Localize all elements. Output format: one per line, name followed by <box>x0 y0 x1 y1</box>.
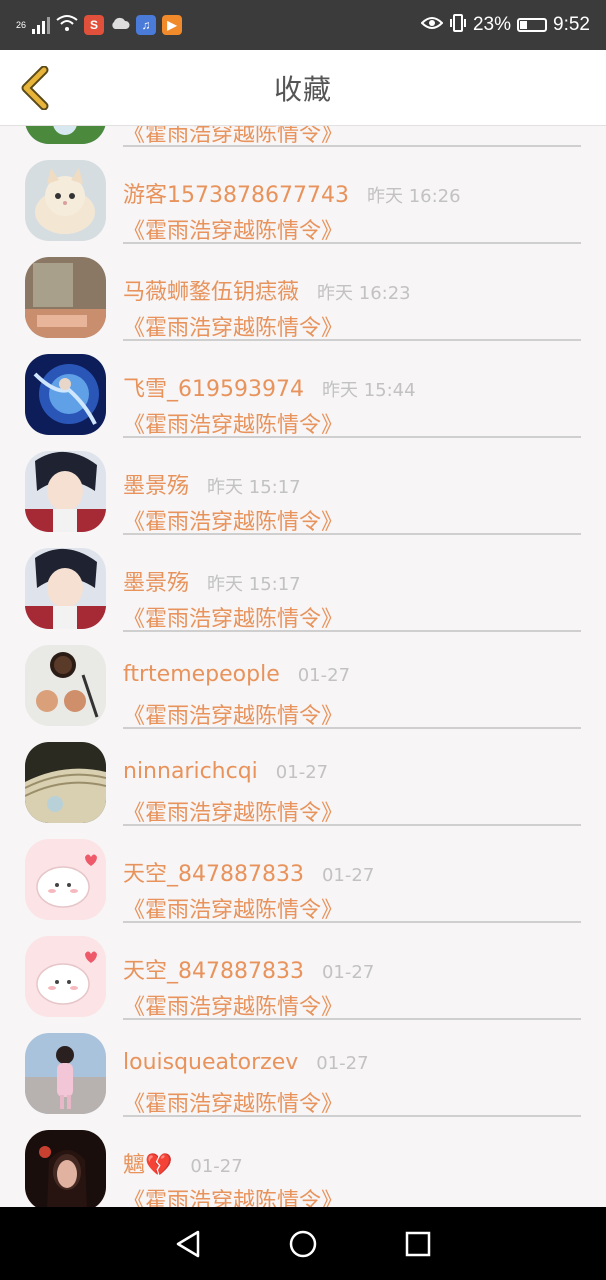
timestamp: 01-27 <box>190 1156 243 1177</box>
list-item[interactable]: 飞雪_619593974 昨天 15:44 《霍雨浩穿越陈情令》 <box>0 341 606 438</box>
avatar <box>25 1033 106 1114</box>
book-title[interactable]: 《霍雨浩穿越陈情令》 <box>123 1183 343 1207</box>
avatar <box>25 645 106 726</box>
status-bar: 26 S ♫ ▶ 23% 9:52 <box>0 0 606 50</box>
book-title[interactable]: 《霍雨浩穿越陈情令》 <box>123 698 343 730</box>
timestamp: 01-27 <box>275 762 329 783</box>
user-name[interactable]: 游客1573878677743 <box>123 177 349 209</box>
home-circle-icon[interactable] <box>283 1224 323 1264</box>
book-title[interactable]: 《霍雨浩穿越陈情令》 <box>123 213 343 245</box>
avatar <box>25 742 106 823</box>
battery-icon <box>517 18 548 32</box>
status-bar-left: 26 S ♫ ▶ <box>16 14 183 37</box>
user-name[interactable]: 魑💔 <box>123 1147 172 1179</box>
list-item-content: 魑💔 01-27 《霍雨浩穿越陈情令》 <box>123 1117 581 1207</box>
book-title[interactable]: 《霍雨浩穿越陈情令》 <box>123 795 343 827</box>
avatar <box>25 126 106 144</box>
user-name[interactable]: ftrtemepeople <box>123 662 280 687</box>
list-item[interactable]: 天空_847887833 01-27 《霍雨浩穿越陈情令》 <box>0 826 606 923</box>
timestamp: 昨天 15:44 <box>321 380 416 401</box>
battery-percent: 23% <box>472 14 512 35</box>
timestamp: 01-27 <box>321 865 375 886</box>
list-item[interactable]: 魑💔 01-27 《霍雨浩穿越陈情令》 <box>0 1117 606 1207</box>
page-title: 收藏 <box>273 72 332 106</box>
list-item[interactable]: 游客1573878677743 昨天 16:26 《霍雨浩穿越陈情令》 <box>0 147 606 244</box>
user-name[interactable]: 天空_847887833 <box>123 856 304 888</box>
clock: 9:52 <box>553 14 590 35</box>
list-item[interactable]: 墨景殇 昨天 15:17 《霍雨浩穿越陈情令》 <box>0 438 606 535</box>
back-triangle-icon[interactable] <box>168 1224 208 1264</box>
user-name[interactable]: 墨景殇 <box>123 565 189 597</box>
list-item-content: 天空_847887833 01-27 《霍雨浩穿越陈情令》 <box>123 826 581 923</box>
network-type: 26 <box>16 20 27 30</box>
book-title[interactable]: 《霍雨浩穿越陈情令》 <box>123 310 343 342</box>
avatar <box>25 160 106 241</box>
favorites-list[interactable]: 《霍雨浩穿越陈情令》 游客1573878677743 昨天 16:26 《霍雨浩穿… <box>0 126 606 1207</box>
user-name[interactable]: 天空_847887833 <box>123 953 304 985</box>
list-item-content: 马薇蛳鍪伍钥痣薇 昨天 16:23 《霍雨浩穿越陈情令》 <box>123 244 581 341</box>
list-item-content: louisqueatorzev 01-27 《霍雨浩穿越陈情令》 <box>123 1020 581 1117</box>
timestamp: 昨天 15:17 <box>207 477 301 498</box>
timestamp: 01-27 <box>316 1053 369 1074</box>
book-title[interactable]: 《霍雨浩穿越陈情令》 <box>123 126 343 148</box>
book-title[interactable]: 《霍雨浩穿越陈情令》 <box>123 407 343 439</box>
user-name[interactable]: 飞雪_619593974 <box>123 371 304 403</box>
list-item-content: ftrtemepeople 01-27 《霍雨浩穿越陈情令》 <box>123 632 581 729</box>
list-item-content: 飞雪_619593974 昨天 15:44 《霍雨浩穿越陈情令》 <box>123 341 581 438</box>
user-name[interactable]: 马薇蛳鍪伍钥痣薇 <box>123 274 299 306</box>
list-item-content: 墨景殇 昨天 15:17 《霍雨浩穿越陈情令》 <box>123 438 581 535</box>
list-item-content: 墨景殇 昨天 15:17 《霍雨浩穿越陈情令》 <box>123 535 581 632</box>
status-bar-right: 23% 9:52 <box>420 13 590 38</box>
list-item[interactable]: ninnarichcqi 01-27 《霍雨浩穿越陈情令》 <box>0 729 606 826</box>
timestamp: 01-27 <box>321 962 375 983</box>
list-item[interactable]: 马薇蛳鍪伍钥痣薇 昨天 16:23 《霍雨浩穿越陈情令》 <box>0 244 606 341</box>
book-title[interactable]: 《霍雨浩穿越陈情令》 <box>123 601 343 633</box>
book-title[interactable]: 《霍雨浩穿越陈情令》 <box>123 989 343 1021</box>
list-item[interactable]: 墨景殇 昨天 15:17 《霍雨浩穿越陈情令》 <box>0 535 606 632</box>
list-item-content: 天空_847887833 01-27 《霍雨浩穿越陈情令》 <box>123 923 581 1020</box>
book-title[interactable]: 《霍雨浩穿越陈情令》 <box>123 1086 343 1118</box>
book-title[interactable]: 《霍雨浩穿越陈情令》 <box>123 504 343 536</box>
list-item[interactable]: louisqueatorzev 01-27 《霍雨浩穿越陈情令》 <box>0 1020 606 1117</box>
system-nav-bar <box>0 1207 606 1280</box>
list-item-content: 《霍雨浩穿越陈情令》 <box>123 126 581 147</box>
user-name[interactable]: 墨景殇 <box>123 468 189 500</box>
book-title[interactable]: 《霍雨浩穿越陈情令》 <box>123 892 343 924</box>
weibo-icon: S <box>84 15 105 35</box>
signal-icon <box>32 16 51 34</box>
avatar <box>25 257 106 338</box>
back-button[interactable] <box>10 60 60 115</box>
avatar <box>25 451 106 532</box>
vibrate-icon <box>449 13 467 38</box>
video-icon: ▶ <box>162 15 183 35</box>
user-name[interactable]: louisqueatorzev <box>123 1050 298 1075</box>
list-item[interactable]: ftrtemepeople 01-27 《霍雨浩穿越陈情令》 <box>0 632 606 729</box>
wifi-icon <box>56 14 78 37</box>
recents-square-icon[interactable] <box>398 1224 438 1264</box>
avatar <box>25 548 106 629</box>
cloud-icon <box>110 16 130 35</box>
avatar <box>25 1130 106 1207</box>
timestamp: 昨天 16:26 <box>366 186 461 207</box>
app-header: 收藏 <box>0 50 606 126</box>
list-item[interactable]: 《霍雨浩穿越陈情令》 <box>0 126 606 147</box>
timestamp: 昨天 15:17 <box>207 574 301 595</box>
timestamp: 01-27 <box>297 665 351 686</box>
timestamp: 昨天 16:23 <box>317 283 411 304</box>
avatar <box>25 354 106 435</box>
list-item[interactable]: 天空_847887833 01-27 《霍雨浩穿越陈情令》 <box>0 923 606 1020</box>
avatar <box>25 936 106 1017</box>
chevron-left-icon <box>21 65 49 110</box>
list-item-content: ninnarichcqi 01-27 《霍雨浩穿越陈情令》 <box>123 729 581 826</box>
avatar <box>25 839 106 920</box>
user-name[interactable]: ninnarichcqi <box>123 759 258 784</box>
eye-icon <box>420 16 444 35</box>
list-item-content: 游客1573878677743 昨天 16:26 《霍雨浩穿越陈情令》 <box>123 147 581 244</box>
music-icon: ♫ <box>136 15 157 35</box>
